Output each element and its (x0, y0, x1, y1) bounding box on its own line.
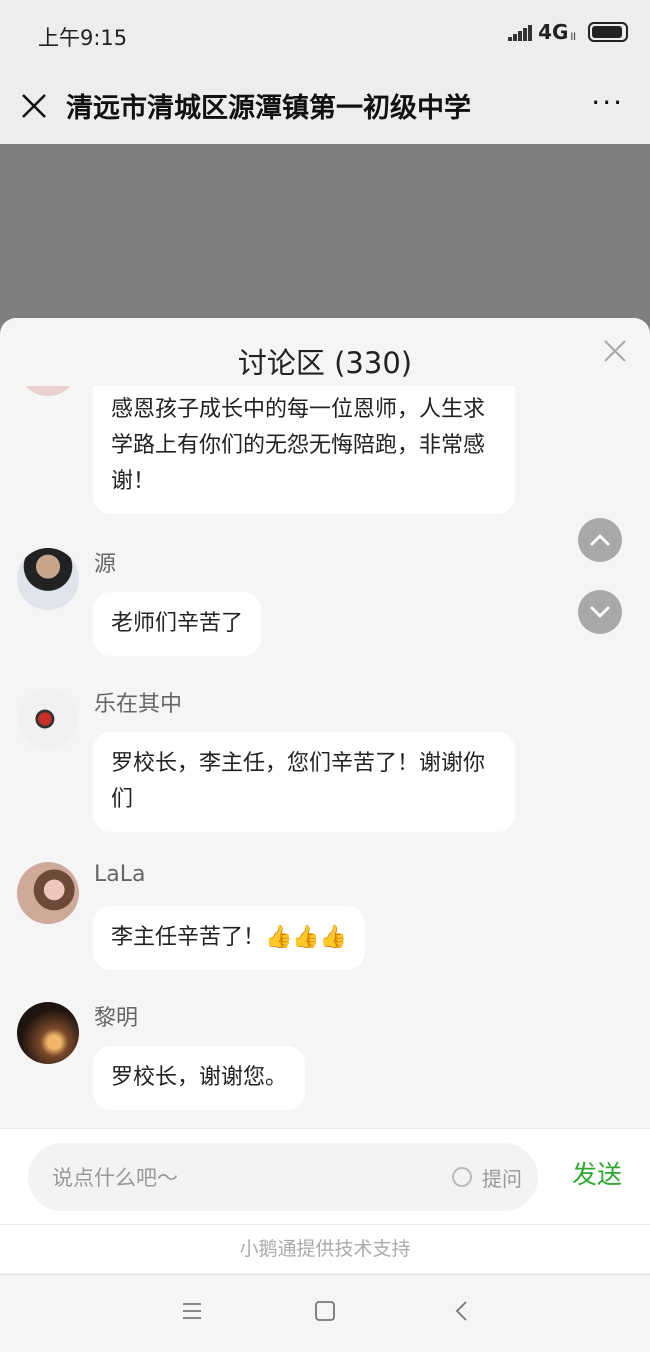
nav-bar: 清远市清城区源潭镇第一初级中学 ··· (0, 68, 650, 144)
battery-icon (588, 22, 628, 42)
system-nav-bar (0, 1274, 650, 1352)
network-label: 4G (538, 20, 569, 44)
avatar[interactable] (17, 386, 79, 396)
home-icon[interactable] (313, 1299, 337, 1323)
message-bubble: 李主任辛苦了！👍👍👍 (93, 906, 366, 970)
scroll-up-button[interactable] (578, 518, 622, 562)
ask-label[interactable]: 提问 (482, 1163, 522, 1192)
message-bubble: 老师们辛苦了 (93, 592, 262, 656)
user-name: 乐在其中 (94, 692, 183, 717)
network-sub: ll (570, 31, 576, 43)
comment-input[interactable] (50, 1157, 444, 1199)
close-icon[interactable] (18, 90, 50, 122)
chevron-down-icon (590, 606, 610, 618)
signal-icon (508, 23, 533, 41)
message-bubble: 罗校长，谢谢您。 (93, 1046, 306, 1110)
message-bubble: 感恩孩子成长中的每一位恩师，人生求学路上有你们的无怨无悔陪跑，非常感谢！ (93, 386, 515, 514)
scroll-down-button[interactable] (578, 590, 622, 634)
comment-input-box: 提问 (28, 1143, 538, 1211)
avatar[interactable] (17, 688, 79, 750)
message-bubble: 罗校长，李主任，您们辛苦了！谢谢你们 (93, 732, 515, 832)
page-title: 清远市清城区源潭镇第一初级中学 (66, 93, 471, 124)
user-name: 黎明 (94, 1006, 139, 1031)
dim-overlay[interactable] (0, 144, 650, 334)
back-icon[interactable] (450, 1299, 474, 1323)
avatar[interactable] (17, 862, 79, 924)
status-indicators: 4G ll (508, 20, 628, 44)
menu-icon[interactable] (180, 1299, 204, 1323)
avatar[interactable] (17, 548, 79, 610)
user-name: 源 (94, 552, 117, 577)
status-bar: 上午9:15 4G ll (0, 0, 650, 68)
status-time: 上午9:15 (38, 26, 128, 50)
comment-input-area: 提问 发送 (0, 1128, 650, 1225)
user-name: LaLa (94, 862, 146, 887)
send-button[interactable]: 发送 (572, 1155, 622, 1191)
chevron-up-icon (590, 534, 610, 546)
panel-close-icon[interactable] (602, 338, 628, 364)
panel-title: 讨论区 (330) (237, 346, 413, 380)
avatar[interactable] (17, 1002, 79, 1064)
ask-radio[interactable] (452, 1167, 472, 1187)
tech-support-text: 小鹅通提供技术支持 (0, 1224, 650, 1273)
discussion-panel: 讨论区 (330) 感恩孩子成长中的每一位恩师，人生求学路上有你们的无怨无悔陪跑… (0, 318, 650, 1352)
more-icon[interactable]: ··· (591, 86, 624, 119)
message-list[interactable]: 感恩孩子成长中的每一位恩师，人生求学路上有你们的无怨无悔陪跑，非常感谢！ 源 老… (0, 386, 650, 1126)
